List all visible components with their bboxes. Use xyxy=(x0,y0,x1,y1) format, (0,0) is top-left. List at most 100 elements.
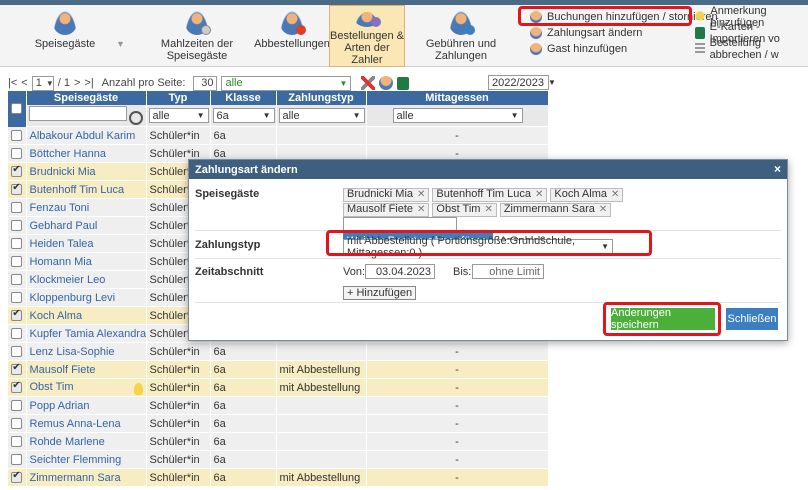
ribbon-abbestellungen[interactable]: Abbestellungen xyxy=(254,5,330,67)
row-checkbox[interactable] xyxy=(11,182,23,196)
ribbon-mahlzeiten[interactable]: Mahlzeiten der Speisegäste xyxy=(138,5,256,67)
search-icon[interactable] xyxy=(128,111,143,126)
remove-chip-icon[interactable]: ✕ xyxy=(611,187,619,202)
guest-name[interactable]: Koch Alma xyxy=(30,310,83,322)
guest-name-cell[interactable]: Lenz Lisa-Sophie xyxy=(26,342,147,362)
guest-name-cell[interactable]: Kloppenburg Levi xyxy=(26,288,147,308)
first-page-button[interactable]: |< xyxy=(8,77,17,89)
klasse-filter-select[interactable]: 6a ▼ xyxy=(212,108,275,124)
row-checkbox[interactable] xyxy=(11,274,23,286)
row-checkbox-cell[interactable] xyxy=(8,360,27,380)
row-checkbox[interactable] xyxy=(11,292,23,304)
prev-page-button[interactable]: < xyxy=(21,77,27,89)
row-checkbox-cell[interactable] xyxy=(8,432,27,452)
row-checkbox[interactable] xyxy=(11,436,23,448)
guest-name-cell[interactable]: Popp Adrian xyxy=(26,396,147,416)
row-checkbox-cell[interactable] xyxy=(8,378,27,398)
guest-name[interactable]: Rohde Marlene xyxy=(30,436,105,448)
row-checkbox-cell[interactable] xyxy=(8,324,27,344)
row-checkbox-cell[interactable] xyxy=(8,162,27,182)
row-checkbox-cell[interactable] xyxy=(8,468,27,488)
row-checkbox[interactable] xyxy=(11,148,23,160)
table-row[interactable]: Popp Adrian Schüler*in 6a - xyxy=(8,396,549,416)
remove-chip-icon[interactable]: ✕ xyxy=(535,187,543,202)
select-all-cell[interactable] xyxy=(8,91,27,127)
table-row[interactable]: Remus Anna-Lena Schüler*in 6a - xyxy=(8,414,549,434)
guest-name-cell[interactable]: Albakour Abdul Karim xyxy=(26,126,147,146)
page-select[interactable]: 1 ▼ xyxy=(31,75,54,91)
row-checkbox-cell[interactable] xyxy=(8,234,27,254)
guest-name-cell[interactable]: Butenhoff Tim Luca xyxy=(26,180,147,200)
row-checkbox-cell[interactable] xyxy=(8,306,27,326)
guest-name-cell[interactable]: Homann Mia xyxy=(26,252,147,272)
table-row[interactable]: Albakour Abdul Karim Schüler*in 6a - xyxy=(8,126,549,146)
row-checkbox-cell[interactable] xyxy=(8,396,27,416)
guest-name[interactable]: Seichter Flemming xyxy=(30,454,122,466)
guest-name-cell[interactable]: Kupfer Tamia Alexandra xyxy=(26,324,147,344)
close-icon[interactable]: × xyxy=(774,162,781,176)
col-header-typ[interactable]: Typ xyxy=(146,91,211,105)
name-filter-input[interactable] xyxy=(28,106,127,121)
guest-name-cell[interactable]: Mausolf Fiete xyxy=(26,360,147,380)
row-checkbox[interactable] xyxy=(11,308,23,322)
guest-name-cell[interactable]: Obst Tim xyxy=(26,378,147,398)
guest-name[interactable]: Heiden Talea xyxy=(30,238,94,250)
row-checkbox-cell[interactable] xyxy=(8,180,27,200)
guest-name-cell[interactable]: Böttcher Hanna xyxy=(26,144,147,164)
guest-name[interactable]: Zimmermann Sara xyxy=(30,472,121,484)
row-checkbox[interactable] xyxy=(11,164,23,178)
guest-name-cell[interactable]: Brudnicki Mia xyxy=(26,162,147,182)
guest-name[interactable]: Klockmeier Leo xyxy=(30,274,106,286)
per-page-input[interactable]: 30 xyxy=(193,75,218,91)
guest-name-cell[interactable]: Gebhard Paul xyxy=(26,216,147,236)
row-checkbox[interactable] xyxy=(11,454,23,466)
row-checkbox-cell[interactable] xyxy=(8,450,27,470)
ribbon-speisegaeste[interactable]: Speisegäste xyxy=(22,5,108,67)
dropdown-caret-icon[interactable]: ▼ xyxy=(116,39,125,49)
row-checkbox-cell[interactable] xyxy=(8,126,27,146)
link-zahlungsart-aendern[interactable]: Zahlungsart ändern xyxy=(530,25,642,40)
col-header-klasse[interactable]: Klasse xyxy=(210,91,277,105)
row-checkbox[interactable] xyxy=(11,328,23,340)
next-page-button[interactable]: > xyxy=(74,77,80,89)
guest-name[interactable]: Fenzau Toni xyxy=(30,202,90,214)
typ-filter-select[interactable]: alle ▼ xyxy=(148,108,209,124)
guest-name[interactable]: Remus Anna-Lena xyxy=(30,418,121,430)
guest-name[interactable]: Böttcher Hanna xyxy=(30,148,106,160)
person-export-icon[interactable] xyxy=(379,76,394,90)
school-year-select[interactable]: 2022/2023 ▼ xyxy=(488,75,556,90)
guest-name-cell[interactable]: Zimmermann Sara xyxy=(26,468,147,488)
close-dialog-button[interactable]: Schließen xyxy=(726,308,778,330)
col-header-mittagessen[interactable]: Mittagessen xyxy=(366,91,549,105)
guest-name[interactable]: Kloppenburg Levi xyxy=(30,292,116,304)
filter-select[interactable]: alle ▼ xyxy=(221,75,352,91)
guest-name[interactable]: Albakour Abdul Karim xyxy=(30,130,136,142)
select-all-checkbox[interactable] xyxy=(11,103,23,115)
guest-name-cell[interactable]: Klockmeier Leo xyxy=(26,270,147,290)
row-checkbox[interactable] xyxy=(11,256,23,268)
guest-name[interactable]: Obst Tim xyxy=(30,381,74,393)
row-checkbox-cell[interactable] xyxy=(8,270,27,290)
remove-chip-icon[interactable]: ✕ xyxy=(599,202,607,217)
link-bestellung-abbrechen[interactable]: Bestellung abbrechen / w xyxy=(695,37,808,61)
filter-clear-icon[interactable] xyxy=(361,76,376,90)
row-checkbox[interactable] xyxy=(11,400,23,412)
remove-chip-icon[interactable]: ✕ xyxy=(417,187,425,202)
ribbon-bestellungen[interactable]: Bestellungen & Arten der Zahler xyxy=(329,5,405,67)
mittagessen-filter-select[interactable]: alle ▼ xyxy=(392,108,523,124)
row-checkbox-cell[interactable] xyxy=(8,342,27,362)
row-checkbox[interactable] xyxy=(11,202,23,214)
guest-name-cell[interactable]: Fenzau Toni xyxy=(26,198,147,218)
guest-name-cell[interactable]: Heiden Talea xyxy=(26,234,147,254)
excel-icon[interactable] xyxy=(397,76,410,90)
col-header-speisegaeste[interactable]: Speisegäste xyxy=(26,91,147,105)
col-header-zahlungstyp[interactable]: Zahlungstyp xyxy=(276,91,367,105)
guest-name[interactable]: Kupfer Tamia Alexandra xyxy=(30,328,146,340)
guest-name-cell[interactable]: Seichter Flemming xyxy=(26,450,147,470)
row-checkbox[interactable] xyxy=(11,470,23,484)
guest-name[interactable]: Gebhard Paul xyxy=(30,220,98,232)
guest-name-cell[interactable]: Rohde Marlene xyxy=(26,432,147,452)
row-checkbox[interactable] xyxy=(11,362,23,376)
row-checkbox[interactable] xyxy=(11,238,23,250)
row-checkbox-cell[interactable] xyxy=(8,252,27,272)
